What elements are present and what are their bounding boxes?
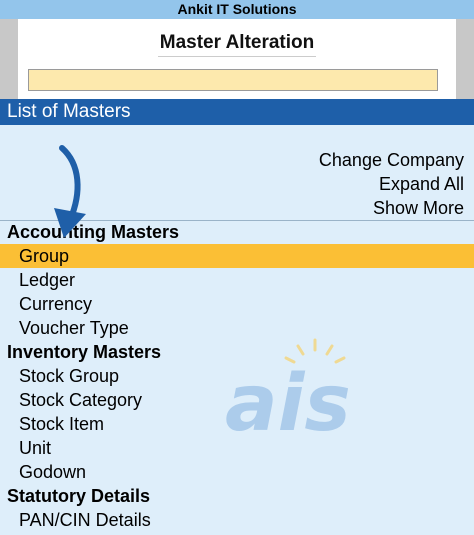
list-item-unit[interactable]: Unit [0,436,474,460]
list-item-godown[interactable]: Godown [0,460,474,484]
list-header: List of Masters [0,99,474,125]
window-title: Ankit IT Solutions [177,1,297,17]
panel-title: Master Alteration [18,32,456,57]
list-item-stock-item[interactable]: Stock Item [0,412,474,436]
master-alteration-panel: Master Alteration [18,19,456,99]
left-margin-strip [0,19,18,99]
list-item-stock-category[interactable]: Stock Category [0,388,474,412]
expand-all-button[interactable]: Expand All [319,172,464,196]
panel-title-text: Master Alteration [157,32,317,57]
list-actions: Change Company Expand All Show More [319,148,464,220]
change-company-button[interactable]: Change Company [319,148,464,172]
window-title-bar: Ankit IT Solutions [0,0,474,19]
masters-list: Accounting Masters Group Ledger Currency… [0,220,474,532]
list-item-ledger[interactable]: Ledger [0,268,474,292]
list-item-voucher-type[interactable]: Voucher Type [0,316,474,340]
list-header-title: List of Masters [7,101,131,122]
right-margin-strip [456,19,474,99]
list-item-pan-cin-details[interactable]: PAN/CIN Details [0,508,474,532]
section-inventory-masters: Inventory Masters [7,342,162,362]
show-more-button[interactable]: Show More [319,196,464,220]
list-item-stock-group[interactable]: Stock Group [0,364,474,388]
section-statutory-details: Statutory Details [7,486,151,506]
list-item-group[interactable]: Group [0,244,474,268]
search-input[interactable] [28,69,438,91]
section-accounting-masters: Accounting Masters [7,222,180,242]
list-item-currency[interactable]: Currency [0,292,474,316]
